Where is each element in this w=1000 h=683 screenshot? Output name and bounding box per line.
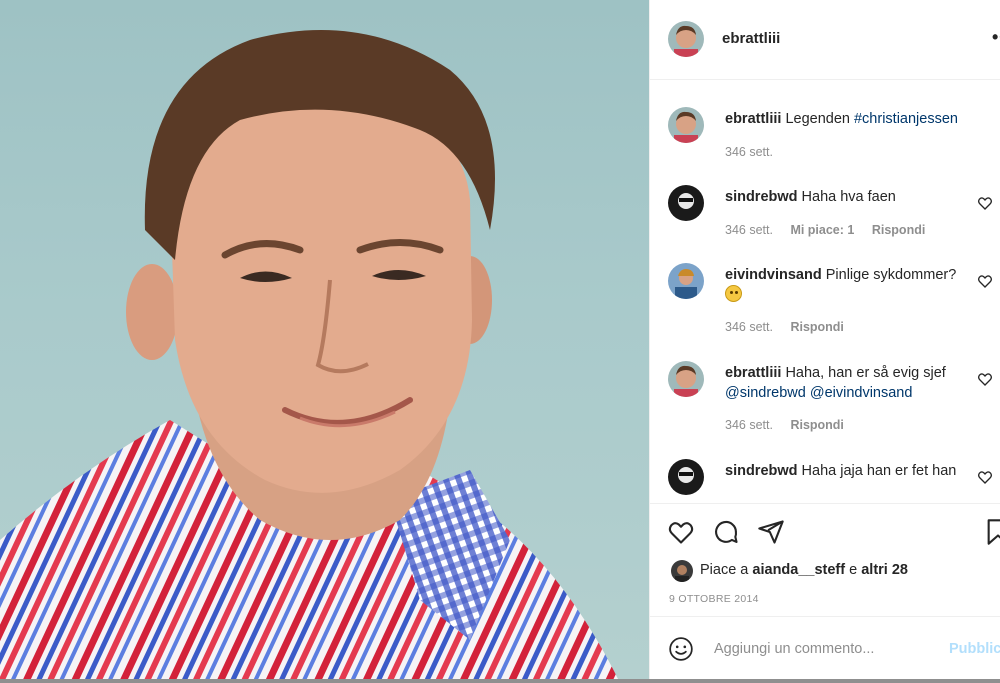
- comment-text: sindrebwd Haha hva faen: [725, 187, 970, 207]
- comment-body: Haha jaja han er fet han: [801, 463, 957, 479]
- comment-avatar[interactable]: [668, 263, 704, 299]
- reply-button[interactable]: Rispondi: [872, 223, 925, 237]
- comment-body: Haha, han er så evig sjef: [785, 365, 946, 381]
- comment-text: eivindvinsand Pinlige sykdommer?: [725, 265, 970, 305]
- comment-text: sindrebwd Haha jaja han er fet han: [725, 461, 970, 481]
- caption-username[interactable]: ebrattliii: [725, 111, 781, 127]
- comment-input[interactable]: Aggiungi un commento...: [714, 641, 874, 657]
- author-avatar[interactable]: [668, 21, 704, 57]
- window-bottom-edge: [0, 679, 1000, 683]
- comment-time[interactable]: 346 sett.: [725, 418, 773, 432]
- bookmark-icon[interactable]: [984, 518, 1000, 546]
- comment-avatar[interactable]: [668, 361, 704, 397]
- comment-username[interactable]: eivindvinsand: [725, 267, 822, 283]
- heart-icon[interactable]: [977, 273, 993, 289]
- comment-body: Haha hva faen: [801, 189, 896, 205]
- liker-username[interactable]: aianda__steff: [752, 562, 845, 578]
- comment-username[interactable]: sindrebwd: [725, 189, 798, 205]
- grimace-emoji-icon: [725, 285, 742, 302]
- caption-avatar[interactable]: [668, 107, 704, 143]
- mention-link[interactable]: @eivindvinsand: [810, 385, 913, 401]
- reply-button[interactable]: Rispondi: [790, 320, 843, 334]
- share-icon[interactable]: [757, 518, 785, 546]
- liker-avatar[interactable]: [671, 560, 693, 582]
- comment-avatar[interactable]: [668, 459, 704, 495]
- portrait-illustration: [0, 30, 620, 683]
- comment-icon[interactable]: [712, 518, 740, 546]
- likes-others-link[interactable]: altri 28: [861, 562, 908, 578]
- heart-icon[interactable]: [977, 371, 993, 387]
- caption-text: ebrattliii Legenden #christianjessen: [725, 109, 970, 129]
- heart-icon[interactable]: [977, 195, 993, 211]
- mention-link[interactable]: @sindrebwd: [725, 385, 806, 401]
- comment-meta: 346 sett. Rispondi: [725, 418, 858, 432]
- comment-meta: 346 sett. Rispondi: [725, 320, 858, 334]
- comments-list: ebrattliii Legenden #christianjessen 346…: [650, 81, 1000, 502]
- more-icon[interactable]: •••: [992, 27, 1000, 48]
- comment-username[interactable]: ebrattliii: [725, 365, 781, 381]
- reply-button[interactable]: Rispondi: [790, 418, 843, 432]
- comment-body: Pinlige sykdommer?: [825, 267, 957, 283]
- post-date[interactable]: 9 OTTOBRE 2014: [669, 593, 759, 605]
- post-header: ebrattliii •••: [650, 0, 1000, 80]
- comment-time[interactable]: 346 sett.: [725, 320, 773, 334]
- comment-likes[interactable]: Mi piace: 1: [790, 223, 854, 237]
- comment-time[interactable]: 346 sett.: [725, 223, 773, 237]
- publish-button[interactable]: Pubblica: [949, 641, 1000, 657]
- comment-text: ebrattliii Haha, han er så evig sjef @si…: [725, 363, 970, 403]
- caption-meta: 346 sett.: [725, 145, 787, 159]
- caption-body: Legenden: [785, 111, 850, 127]
- author-username[interactable]: ebrattliii: [722, 30, 780, 47]
- comment-avatar[interactable]: [668, 185, 704, 221]
- post-image[interactable]: [0, 0, 649, 683]
- post-actions: Piace a aianda__steff e altri 28 9 OTTOB…: [650, 503, 1000, 616]
- caption-time[interactable]: 346 sett.: [725, 145, 773, 159]
- comment-meta: 346 sett. Mi piace: 1 Rispondi: [725, 223, 939, 237]
- smile-icon[interactable]: [668, 636, 694, 662]
- comment-username[interactable]: sindrebwd: [725, 463, 798, 479]
- post-sidebar: ebrattliii ••• ebrattliii Legenden #chri…: [649, 0, 1000, 683]
- likes-text: Piace a aianda__steff e altri 28: [700, 562, 908, 578]
- like-heart-icon[interactable]: [667, 518, 695, 546]
- heart-icon[interactable]: [977, 469, 993, 485]
- add-comment-bar: Aggiungi un commento... Pubblica: [650, 616, 1000, 679]
- hashtag-link[interactable]: #christianjessen: [854, 111, 958, 127]
